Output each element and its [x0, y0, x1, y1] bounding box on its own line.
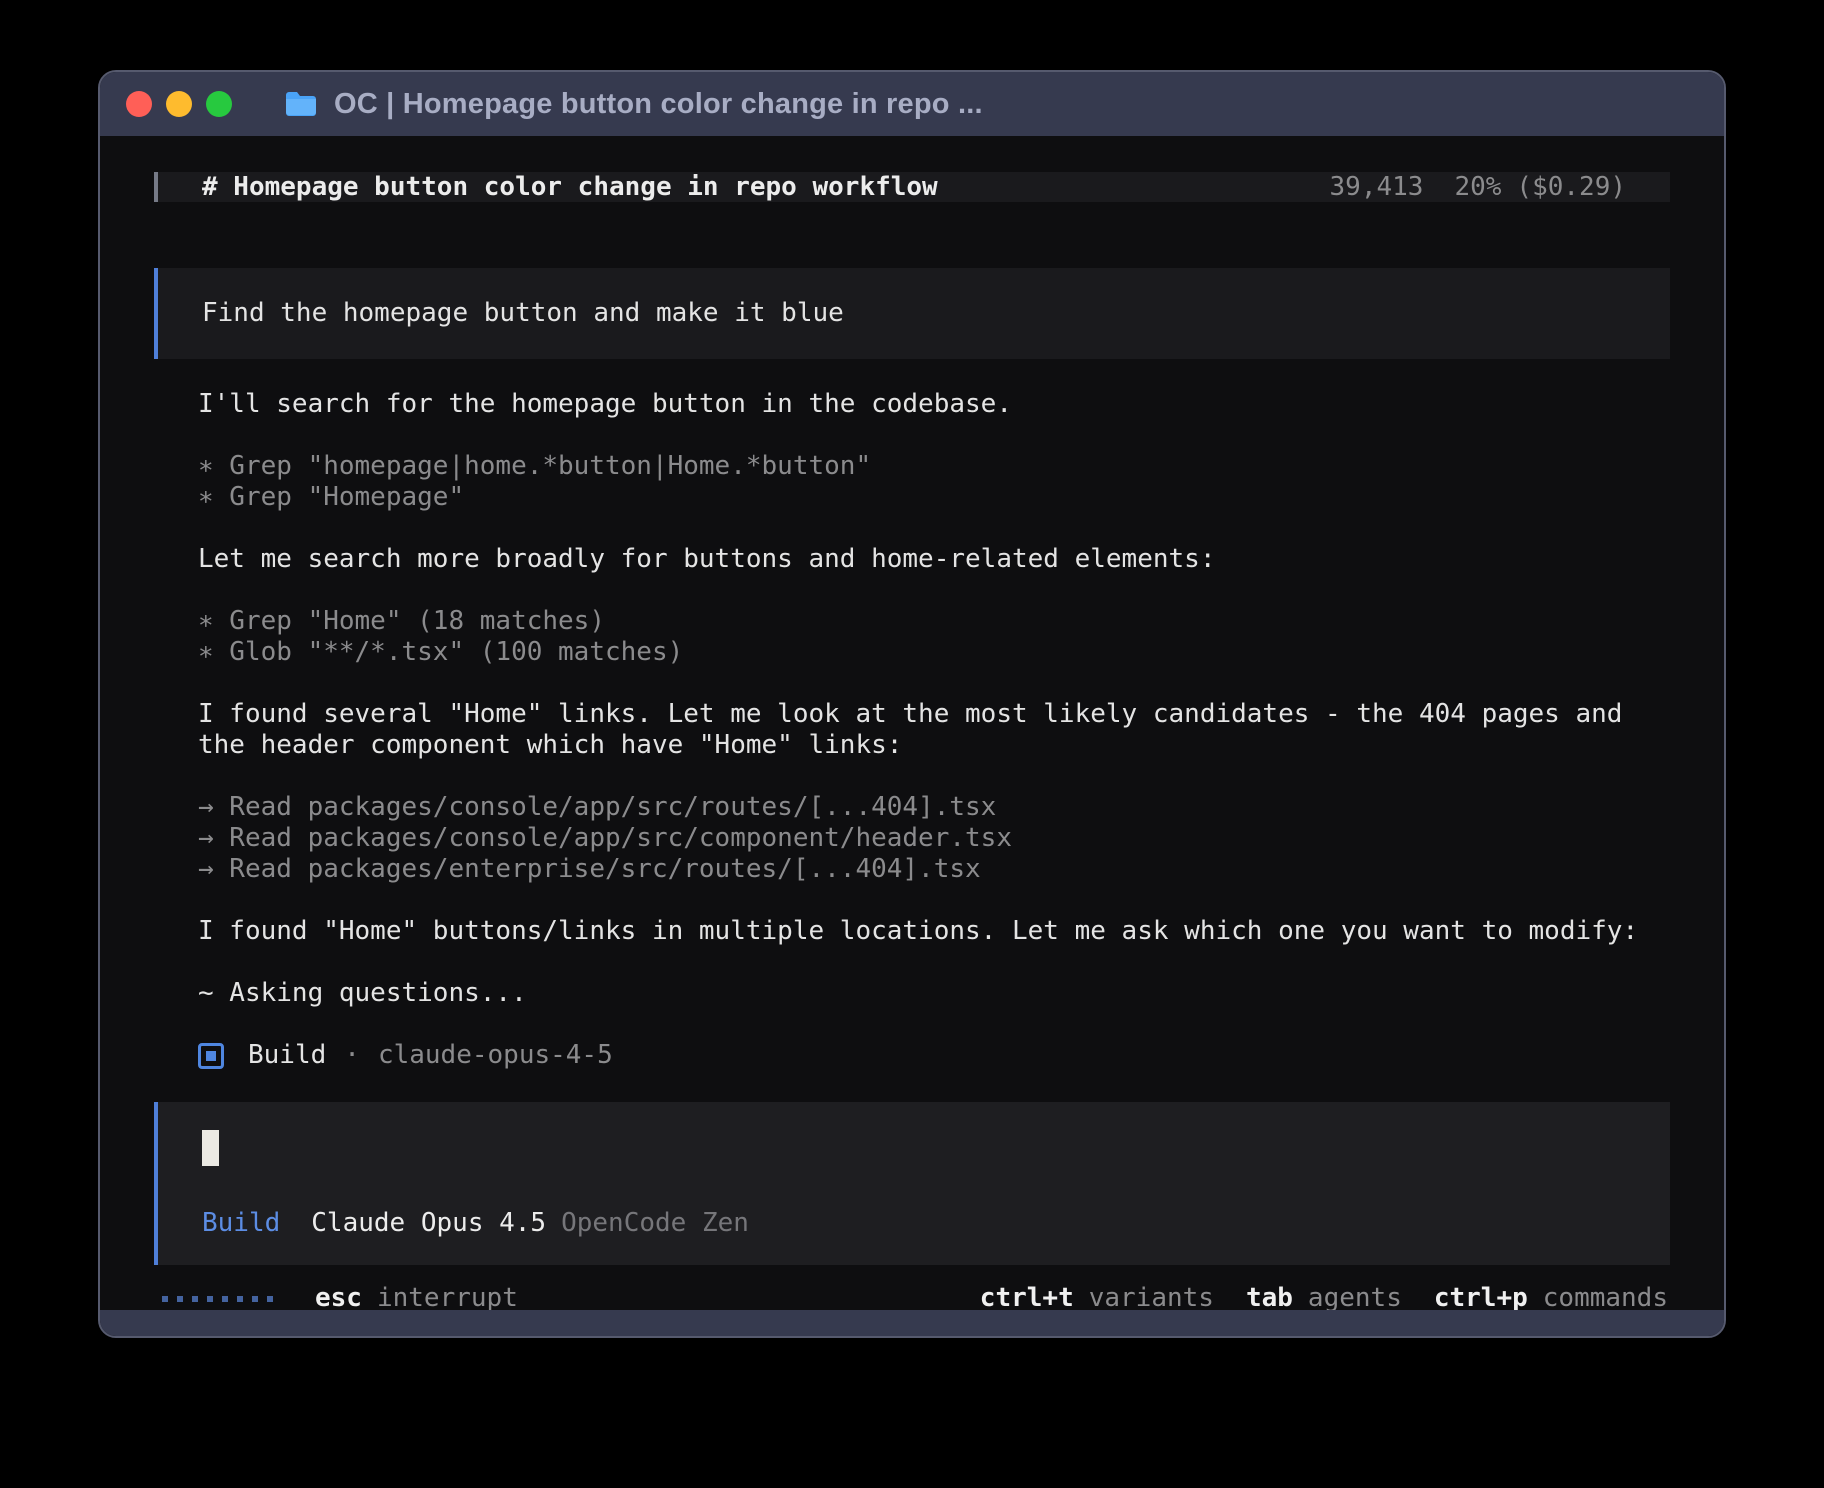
terminal-window: OC | Homepage button color change in rep… [98, 70, 1726, 1338]
tool-call-grep: ∗ Grep "Home" (18 matches) [198, 606, 1670, 637]
window-title: OC | Homepage button color change in rep… [334, 88, 983, 121]
tool-call-group: ∗ Grep "Home" (18 matches) ∗ Glob "**/*.… [198, 606, 1670, 668]
tool-call-group: ∗ Grep "homepage|home.*button|Home.*butt… [198, 451, 1670, 513]
tool-call-read: → Read packages/console/app/src/routes/[… [198, 792, 1670, 823]
token-count: 39,413 [1330, 172, 1424, 202]
zoom-button[interactable] [206, 91, 232, 117]
tool-call-grep: ∗ Grep "Homepage" [198, 482, 1670, 513]
separator-dot: · [344, 1040, 360, 1071]
assistant-text: Let me search more broadly for buttons a… [198, 544, 1670, 575]
agent-name: Build [248, 1040, 326, 1071]
tool-call-read: → Read packages/console/app/src/componen… [198, 823, 1670, 854]
session-header: # Homepage button color change in repo w… [154, 172, 1670, 202]
assistant-status-text: ~ Asking questions... [198, 978, 1670, 1009]
context-percent: 20% [1454, 172, 1501, 202]
agent-model: claude-opus-4-5 [378, 1040, 613, 1071]
desktop-background: OC | Homepage button color change in rep… [0, 0, 1824, 1488]
assistant-text: I'll search for the homepage button in t… [198, 389, 1670, 420]
tool-call-glob: ∗ Glob "**/*.tsx" (100 matches) [198, 637, 1670, 668]
close-button[interactable] [126, 91, 152, 117]
input-meta-row: Build Claude Opus 4.5 OpenCode Zen [202, 1208, 1626, 1239]
prompt-input[interactable]: Build Claude Opus 4.5 OpenCode Zen [154, 1102, 1670, 1265]
user-message-text: Find the homepage button and make it blu… [202, 298, 844, 328]
text-cursor [202, 1130, 219, 1166]
agent-icon [198, 1043, 224, 1069]
assistant-text: I found "Home" buttons/links in multiple… [198, 916, 1670, 947]
folder-icon [284, 90, 318, 118]
spinner-dots [162, 1296, 273, 1302]
tool-call-group: → Read packages/console/app/src/routes/[… [198, 792, 1670, 885]
window-bottom-edge [100, 1310, 1724, 1336]
traffic-lights [126, 91, 232, 117]
titlebar[interactable]: OC | Homepage button color change in rep… [100, 72, 1724, 136]
assistant-text: I found several "Home" links. Let me loo… [198, 699, 1670, 761]
model-name: Claude Opus 4.5 [311, 1208, 546, 1239]
tool-call-read: → Read packages/enterprise/src/routes/[.… [198, 854, 1670, 885]
tool-call-grep: ∗ Grep "homepage|home.*button|Home.*butt… [198, 451, 1670, 482]
minimize-button[interactable] [166, 91, 192, 117]
session-cost: ($0.29) [1516, 172, 1626, 202]
provider-name: OpenCode Zen [561, 1208, 749, 1239]
user-message: Find the homepage button and make it blu… [154, 268, 1670, 359]
session-content: # Homepage button color change in repo w… [100, 136, 1724, 1310]
agent-attribution-row: Build · claude-opus-4-5 [198, 1040, 1670, 1071]
mode-indicator[interactable]: Build [202, 1208, 280, 1239]
assistant-transcript: I'll search for the homepage button in t… [154, 389, 1670, 1102]
session-stats: 39,413 20% ($0.29) [1330, 172, 1626, 202]
session-title: # Homepage button color change in repo w… [202, 172, 938, 202]
